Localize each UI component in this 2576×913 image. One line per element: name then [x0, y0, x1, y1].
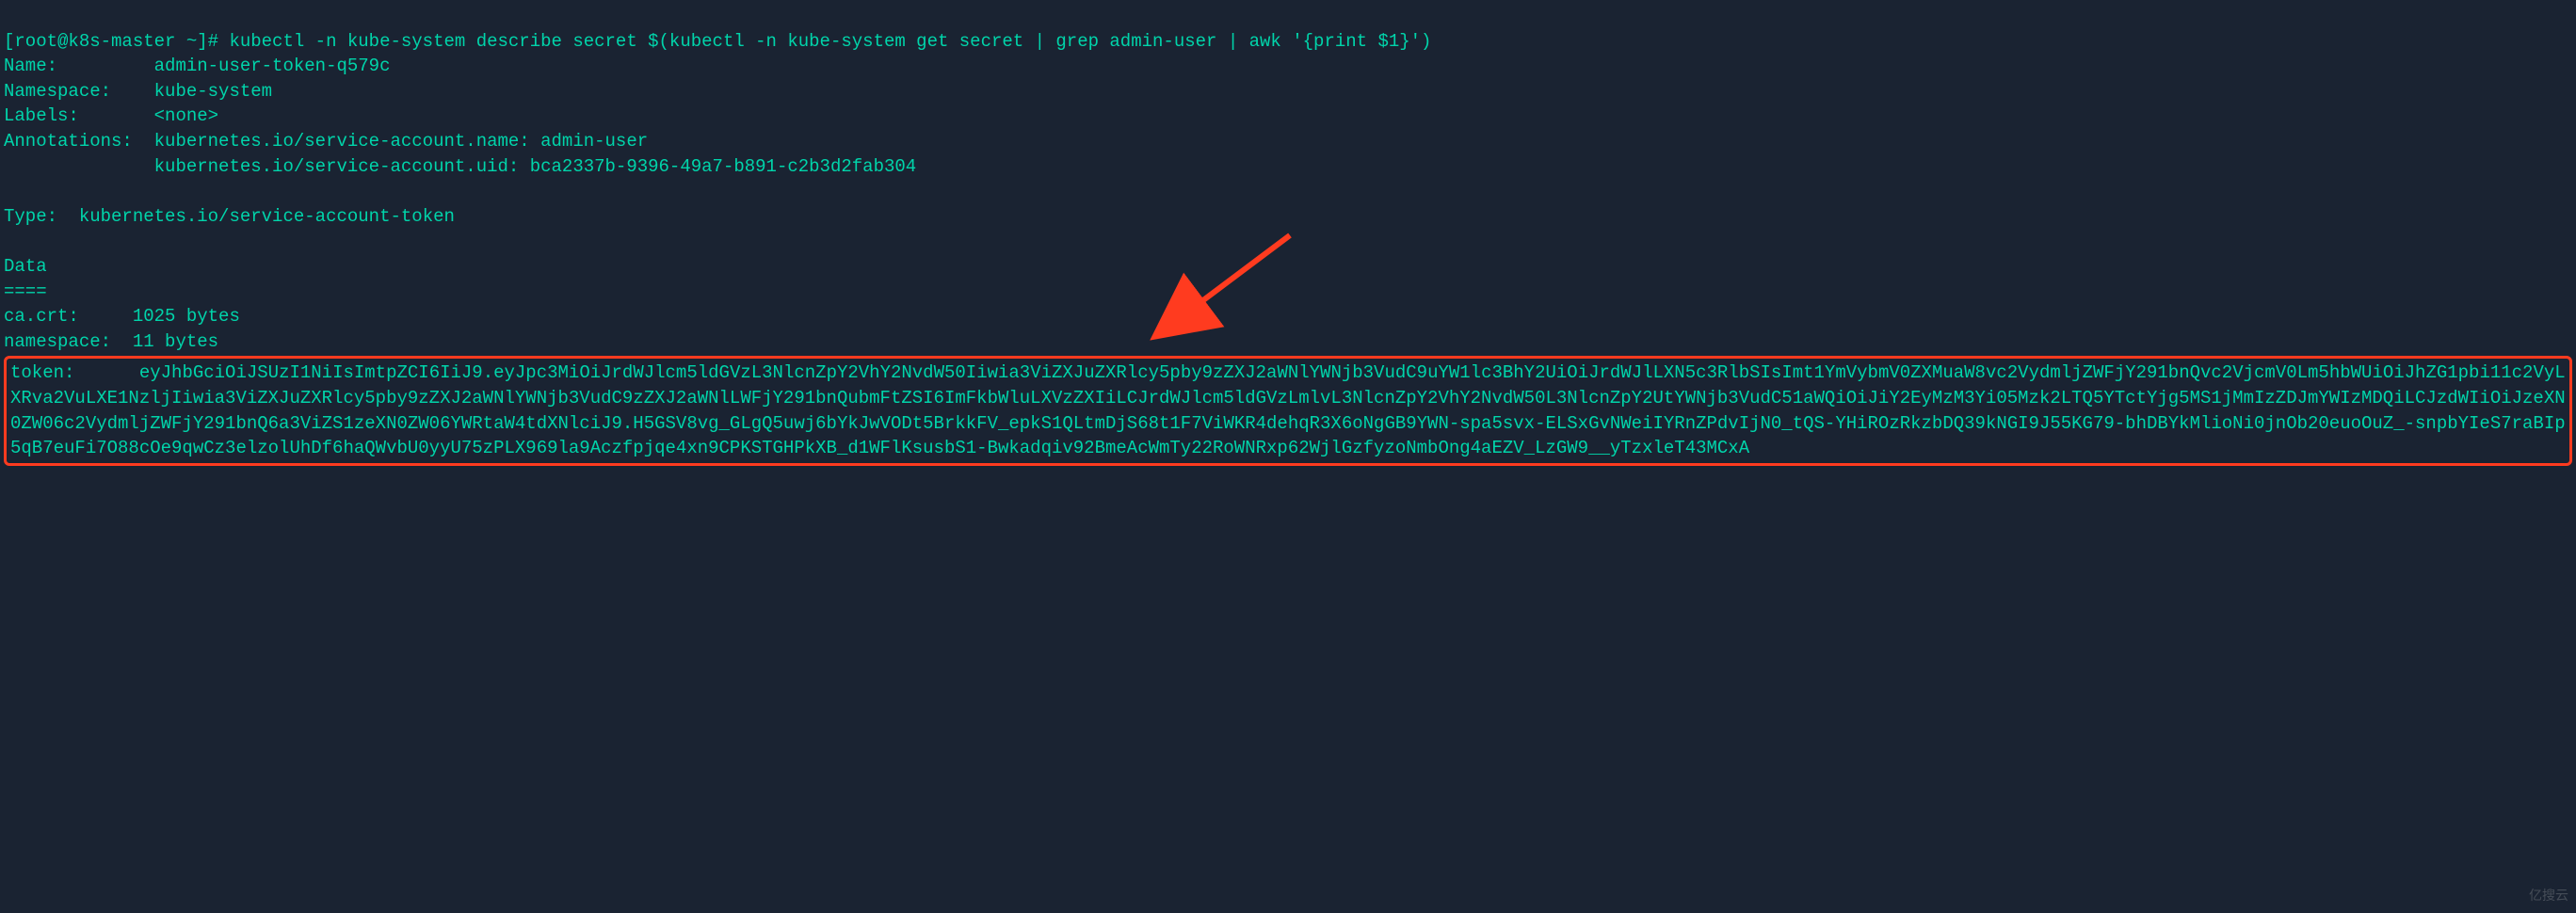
prompt-user-host: [root@k8s-master ~]# — [4, 31, 218, 52]
token-label: token: — [10, 362, 74, 383]
watermark-text: 亿搜云 — [2529, 887, 2568, 905]
blank-line-2 — [4, 231, 14, 251]
type-row: Type: kubernetes.io/service-account-toke… — [4, 206, 455, 227]
namespace-label: Namespace: — [4, 81, 111, 102]
annotations-label: Annotations: — [4, 131, 133, 152]
token-row: token: eyJhbGciOiJSUzI1NiIsImtpZCI6IiJ9.… — [10, 362, 2566, 458]
annotations-row-1: Annotations: kubernetes.io/service-accou… — [4, 131, 648, 152]
ns-bytes-value: 11 bytes — [133, 331, 218, 352]
ns-bytes-label: namespace: — [4, 331, 111, 352]
type-label: Type: — [4, 206, 57, 227]
terminal-output[interactable]: [root@k8s-master ~]# kubectl -n kube-sys… — [4, 4, 2572, 490]
labels-row: Labels: <none> — [4, 105, 218, 126]
namespace-value: kube-system — [154, 81, 272, 102]
type-value: kubernetes.io/service-account-token — [79, 206, 455, 227]
annotations-value-1: kubernetes.io/service-account.name: admi… — [154, 131, 649, 152]
name-row: Name: admin-user-token-q579c — [4, 56, 390, 76]
command-prompt-line: [root@k8s-master ~]# kubectl -n kube-sys… — [4, 31, 1431, 52]
command-text: kubectl -n kube-system describe secret $… — [229, 31, 1431, 52]
cacrt-row: ca.crt: 1025 bytes — [4, 306, 240, 327]
name-value: admin-user-token-q579c — [154, 56, 391, 76]
ns-bytes-row: namespace: 11 bytes — [4, 331, 218, 352]
namespace-row: Namespace: kube-system — [4, 81, 272, 102]
token-value: eyJhbGciOiJSUzI1NiIsImtpZCI6IiJ9.eyJpc3M… — [10, 362, 2566, 458]
blank-line-1 — [4, 181, 14, 201]
annotations-row-2: kubernetes.io/service-account.uid: bca23… — [4, 156, 916, 177]
annotations-value-2: kubernetes.io/service-account.uid: bca23… — [154, 156, 917, 177]
data-divider: ==== — [4, 281, 47, 302]
name-label: Name: — [4, 56, 57, 76]
cacrt-value: 1025 bytes — [133, 306, 240, 327]
labels-label: Labels: — [4, 105, 79, 126]
cacrt-label: ca.crt: — [4, 306, 79, 327]
data-header: Data — [4, 256, 47, 277]
token-highlight-box: token: eyJhbGciOiJSUzI1NiIsImtpZCI6IiJ9.… — [4, 356, 2572, 465]
labels-value: <none> — [154, 105, 218, 126]
